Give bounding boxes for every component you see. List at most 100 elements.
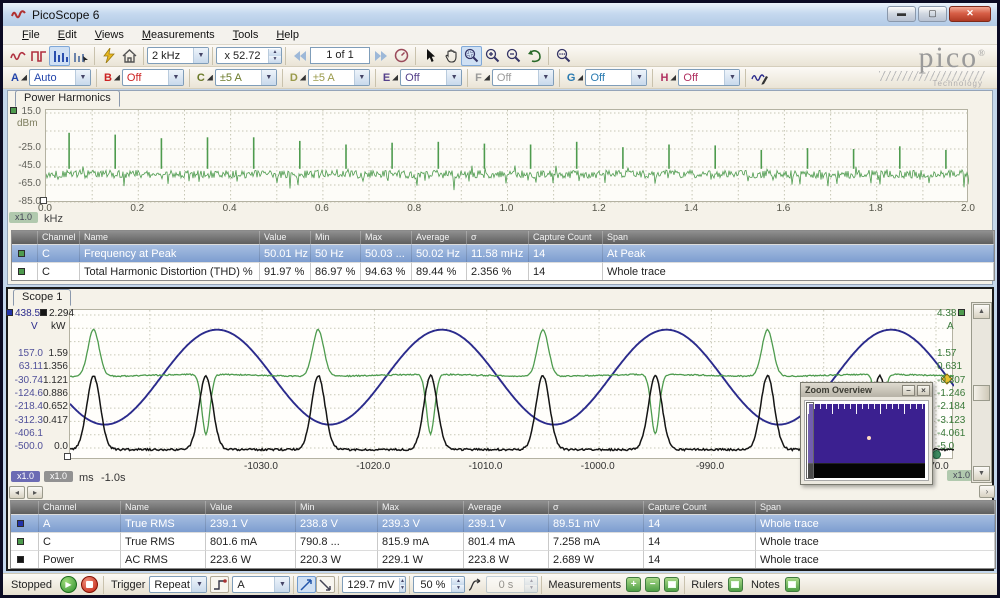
zoom-overview-titlebar[interactable]: Zoom Overview – × (801, 383, 932, 397)
zoom-full-icon[interactable] (552, 46, 573, 66)
table-cell: 14 (529, 262, 603, 280)
scope-scrollbar[interactable]: ▲ ▼ (971, 302, 992, 483)
menu-item-tools[interactable]: Tools (224, 27, 268, 43)
scope-zero-marker[interactable] (64, 453, 71, 460)
trigger-arrow-icon[interactable] (465, 575, 486, 595)
buffer-page-indicator[interactable]: 1 of 1 (310, 47, 370, 64)
channel-c-range-select[interactable]: ±5 A ▼ (214, 69, 277, 86)
probe-icon (299, 74, 306, 81)
channel-g-range-select[interactable]: Off ▼ (585, 69, 648, 86)
math-channels-icon[interactable] (749, 68, 770, 88)
rising-edge-icon[interactable] (297, 576, 317, 593)
marquee-zoom-icon[interactable] (461, 45, 482, 66)
table-cell: 89.44 % (412, 262, 467, 280)
pretrigger-stepper[interactable]: 50 % ▲ ▼ (413, 576, 466, 593)
trigger-level-stepper[interactable]: 129.7 mV ▲ ▼ (342, 576, 407, 593)
probe-wizard-icon[interactable] (98, 46, 119, 66)
channel-h-range-select[interactable]: Off ▼ (678, 69, 741, 86)
hand-tool-icon[interactable] (440, 46, 461, 66)
channel-e-range-select[interactable]: Off ▼ (400, 69, 463, 86)
title-bar[interactable]: PicoScope 6 ▬ ▢ ✕ (3, 3, 997, 26)
v-axis-unit: V (31, 321, 38, 332)
spectrum-options-icon[interactable] (70, 46, 91, 66)
channel-d-range-select[interactable]: ±5 A ▼ (307, 69, 370, 86)
table-cell: 94.63 % (361, 262, 412, 280)
notes-button[interactable] (784, 577, 800, 592)
menu-item-edit[interactable]: Edit (49, 27, 86, 43)
close-button[interactable]: ✕ (949, 6, 991, 22)
zoom-out-icon[interactable] (503, 46, 524, 66)
zoom-overview-spectrum[interactable] (808, 404, 925, 463)
zoom-overview-close-icon[interactable]: × (917, 384, 930, 396)
channel-b-range-select[interactable]: Off ▼ (121, 69, 184, 86)
zoom-multiplier-stepper[interactable]: x 52.72 ▲ ▼ (216, 47, 282, 64)
voltage-scale-badge[interactable]: x1.0 (11, 471, 40, 482)
spectrum-view-icon[interactable] (49, 45, 70, 66)
channel-a-range-select[interactable]: Auto ▼ (28, 69, 91, 86)
stepper-arrows[interactable]: ▲ ▼ (268, 48, 281, 63)
stepper-arrows[interactable]: ▲ ▼ (451, 577, 465, 592)
zoom-overview-minimize-icon[interactable]: – (902, 384, 915, 396)
previous-buffer-icon[interactable] (289, 46, 310, 66)
power-scale-badge[interactable]: x1.0 (44, 471, 73, 482)
chevron-down-icon: ▼ (274, 577, 290, 592)
spectrum-channel-marker[interactable] (10, 107, 17, 114)
table-row[interactable]: A True RMS 239.1 V 238.8 V 239.3 V 239.1 V 89.… (11, 514, 995, 532)
trigger-source-select[interactable]: A ▼ (232, 576, 291, 593)
table-row[interactable]: C True RMS 801.6 mA 790.8 ... 815.9 mA 801.4 … (11, 532, 995, 550)
buffer-navigator-icon[interactable] (391, 46, 412, 66)
table-cell: Total Harmonic Distortion (THD) % (80, 262, 260, 280)
zoom-region-indicator[interactable] (806, 402, 814, 479)
undo-zoom-icon[interactable] (524, 46, 545, 66)
maximize-button[interactable]: ▢ (918, 6, 947, 22)
table-row[interactable]: Power AC RMS 223.6 W 220.3 W 229.1 W 223.8 W2… (11, 550, 995, 568)
stop-capture-button[interactable] (80, 576, 98, 593)
scroll-left-button[interactable]: ◂ (9, 486, 25, 499)
minimize-button[interactable]: ▬ (887, 6, 916, 22)
scrollbar-thumb[interactable] (973, 385, 990, 401)
sample-rate-select[interactable]: 2 kHz ▼ (147, 47, 209, 64)
rulers-button[interactable] (727, 577, 743, 592)
current-channel-marker (958, 309, 966, 316)
persistence-view-icon[interactable] (28, 46, 49, 66)
menu-item-help[interactable]: Help (267, 27, 308, 43)
scroll-right-button[interactable]: ▸ (27, 486, 43, 499)
scrollbar-down-icon[interactable]: ▼ (973, 466, 990, 481)
voltage-channel-marker (6, 309, 13, 316)
trigger-mode-select[interactable]: Repeat ▼ (149, 576, 208, 593)
table-row[interactable]: C Frequency at Peak 50.01 Hz 50 Hz 50.03 ...… (12, 244, 994, 262)
tab-scope-1[interactable]: Scope 1 (13, 289, 72, 306)
tab-power-harmonics[interactable]: Power Harmonics (15, 90, 120, 107)
channel-f-range-select[interactable]: Off ▼ (491, 69, 554, 86)
measurements-label: Measurements (548, 578, 622, 591)
advanced-trigger-icon[interactable] (210, 576, 230, 593)
menu-item-measurements[interactable]: Measurements (133, 27, 224, 43)
spectrum-scale-badge[interactable]: x1.0 (9, 212, 38, 223)
start-capture-button[interactable]: ▶ (59, 576, 77, 593)
current-zero-marker[interactable] (932, 450, 941, 459)
stepper-arrows[interactable]: ▲ ▼ (398, 577, 406, 592)
spectrum-plot[interactable] (45, 109, 969, 203)
scrollbar-up-icon[interactable]: ▲ (973, 304, 990, 319)
channel-color-chip (17, 556, 24, 563)
normal-cursor-icon[interactable] (419, 46, 440, 66)
menu-item-file[interactable]: File (13, 27, 49, 43)
table-cell: 239.1 V (464, 514, 549, 532)
add-measurement-button[interactable]: + (626, 577, 642, 592)
table-row[interactable]: C Total Harmonic Distortion (THD) % 91.97 … (12, 262, 994, 280)
edit-measurement-button[interactable] (664, 577, 680, 592)
menu-item-views[interactable]: Views (86, 27, 133, 43)
trigger-delay-stepper[interactable]: 0 s ▲ ▼ (486, 576, 539, 593)
channel-label: F (475, 71, 482, 84)
spectrum-zero-marker[interactable] (40, 197, 47, 204)
home-icon[interactable] (119, 46, 140, 66)
probe-icon (392, 74, 399, 81)
scope-view-icon[interactable] (7, 46, 28, 66)
table-cell: Whole trace (756, 514, 995, 532)
falling-edge-icon[interactable] (316, 576, 336, 593)
zoom-in-icon[interactable] (482, 46, 503, 66)
expand-axis-button[interactable]: › (979, 485, 995, 498)
next-buffer-icon[interactable] (370, 46, 391, 66)
remove-measurement-button[interactable]: − (645, 577, 661, 592)
zoom-overview-window[interactable]: Zoom Overview – × (800, 382, 933, 485)
